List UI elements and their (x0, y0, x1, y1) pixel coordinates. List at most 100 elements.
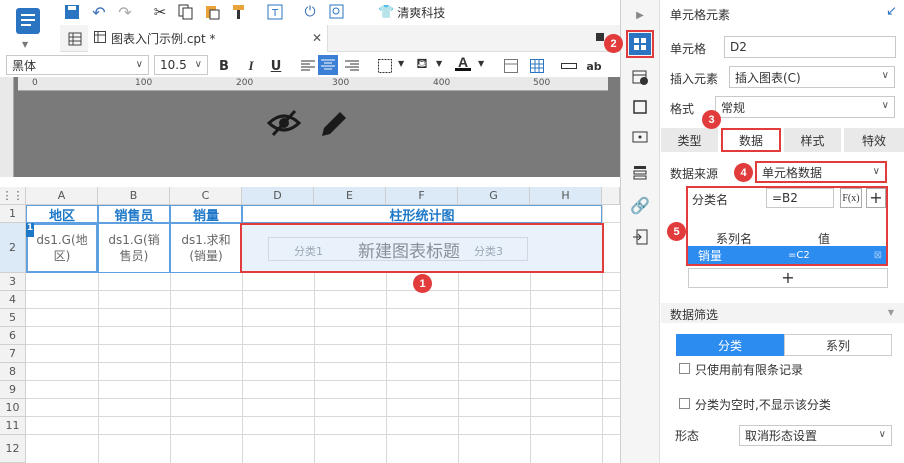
cell-b1[interactable]: 销售员 (98, 205, 170, 224)
cell-input[interactable]: D2 (724, 36, 896, 58)
cell-a1[interactable]: 地区 (26, 205, 98, 224)
redo-icon[interactable]: ↷ (116, 3, 134, 22)
app-logo-icon (16, 8, 40, 34)
step-badge-4: 4 (734, 163, 753, 182)
table-icon[interactable] (528, 57, 546, 75)
edit-pencil-icon[interactable] (318, 108, 350, 143)
data-source-select[interactable]: 单元格数据 ∨ (755, 161, 887, 183)
col-header-e[interactable]: E (314, 187, 386, 205)
condition-attribute-icon[interactable] (631, 163, 649, 181)
cell-a2[interactable]: ds1.G(地区) (26, 223, 98, 273)
row-header-11[interactable]: 11 (0, 417, 26, 435)
col-header-b[interactable]: B (98, 187, 170, 205)
data-source-value: 单元格数据 (762, 165, 823, 180)
shape-select[interactable]: 取消形态设置 ∨ (739, 425, 892, 446)
cell-element-highlight (626, 30, 654, 58)
font-name-value: 黑体 (12, 58, 37, 73)
row-header-12[interactable]: 12 (0, 435, 26, 463)
row-header-10[interactable]: 10 (0, 399, 26, 417)
save-icon[interactable] (63, 3, 81, 21)
insert-cell-icon[interactable]: T (266, 3, 284, 21)
format-brush-icon[interactable] (230, 3, 248, 21)
insert-element-select[interactable]: 插入图表(C) ∨ (729, 66, 895, 88)
category-input[interactable]: =B2 (766, 188, 834, 208)
tab-effect[interactable]: 特效 (844, 128, 904, 152)
row-header-4[interactable]: 4 (0, 291, 26, 309)
pin-icon[interactable]: ↙ (886, 4, 897, 19)
ruler-tick: 400 (433, 78, 451, 88)
tab-data[interactable]: 数据 (721, 128, 781, 152)
tab-style[interactable]: 样式 (784, 128, 841, 152)
align-left-icon[interactable] (299, 57, 317, 75)
filter-tab-series[interactable]: 系列 (784, 334, 892, 356)
tab-type[interactable]: 类型 (661, 128, 718, 152)
hide-eye-icon[interactable] (266, 108, 302, 141)
preview-search-icon[interactable] (328, 3, 346, 21)
cell-attribute-icon[interactable] (631, 68, 649, 86)
font-color-icon[interactable]: A (455, 54, 471, 74)
italic-button[interactable]: I (242, 57, 260, 75)
format-select[interactable]: 常规 ∨ (715, 96, 895, 118)
paste-icon[interactable] (203, 3, 221, 21)
row-header-2[interactable]: 2 (0, 223, 26, 273)
border-icon[interactable] (376, 57, 394, 75)
corner-cell[interactable]: ⋮⋮ (0, 187, 26, 205)
app-menu-button[interactable]: ▼ (12, 4, 44, 49)
close-icon[interactable]: ✕ (312, 31, 322, 45)
limit-records-checkbox[interactable] (679, 363, 690, 374)
font-name-select[interactable]: 黑体 ∨ (6, 55, 149, 75)
copy-icon[interactable] (177, 3, 195, 21)
col-header-g[interactable]: G (458, 187, 530, 205)
filter-tab-category[interactable]: 分类 (676, 334, 784, 356)
widget-icon[interactable] (560, 57, 578, 75)
cell-b2[interactable]: ds1.G(销售员) (98, 223, 170, 273)
series-row[interactable]: 销量 =C2 ⊠ (688, 246, 886, 264)
row-header-6[interactable]: 6 (0, 327, 26, 345)
cut-icon[interactable]: ✂ (151, 3, 169, 21)
cell-c2[interactable]: ds1.求和(销量) (170, 223, 242, 273)
filter-header-bar[interactable]: 数据筛选 ▼ (661, 303, 904, 323)
col-header-f[interactable]: F (386, 187, 458, 205)
merge-cells-icon[interactable] (502, 57, 520, 75)
col-header-h[interactable]: H (530, 187, 602, 205)
fill-color-icon[interactable]: ⛾ (413, 56, 431, 74)
step-badge-1: 1 (413, 274, 432, 293)
font-size-select[interactable]: 10.5 ∨ (154, 55, 208, 75)
row-header-7[interactable]: 7 (0, 345, 26, 363)
col-header-c[interactable]: C (170, 187, 242, 205)
align-center-icon[interactable] (318, 55, 338, 75)
add-series-button[interactable]: + (688, 268, 888, 288)
col-header-d[interactable]: D (242, 187, 314, 205)
bold-button[interactable]: B (215, 57, 233, 75)
cell-c1[interactable]: 销量 (170, 205, 242, 224)
hyperlink-icon[interactable]: 🔗 (630, 196, 650, 215)
row-header-3[interactable]: 3 (0, 273, 26, 291)
import-icon[interactable] (631, 228, 649, 246)
collapse-triangle-icon[interactable]: ▼ (888, 308, 894, 317)
border-square-icon[interactable] (631, 98, 649, 116)
undo-icon[interactable]: ↶ (90, 3, 108, 22)
text-abc-button[interactable]: ab (585, 57, 603, 75)
align-right-icon[interactable] (343, 57, 361, 75)
add-category-button[interactable]: + (866, 188, 886, 208)
chevron-down-icon: ∨ (881, 70, 889, 81)
row-header-1[interactable]: 1 (0, 205, 26, 223)
row-header-5[interactable]: 5 (0, 309, 26, 327)
brand-button[interactable]: 👕 清爽科技 (378, 3, 445, 21)
hide-empty-checkbox[interactable] (679, 398, 690, 409)
formula-button[interactable]: F(x) (840, 188, 862, 208)
widget-settings-icon[interactable] (631, 128, 649, 146)
col-header-a[interactable]: A (26, 187, 98, 205)
remove-series-icon[interactable]: ⊠ (874, 250, 882, 261)
grid-icon[interactable] (66, 30, 84, 48)
shirt-icon: 👕 (378, 4, 395, 20)
tab-report[interactable]: 图表入门示例.cpt * ✕ (88, 25, 328, 52)
maximize-icon[interactable] (596, 33, 604, 41)
underline-button[interactable]: U (267, 57, 285, 75)
cell-d1-merged[interactable]: 柱形统计图 (242, 205, 602, 224)
row-header-9[interactable]: 9 (0, 381, 26, 399)
row-header-8[interactable]: 8 (0, 363, 26, 381)
plugin-icon[interactable]: ⏻ (301, 3, 319, 21)
collapse-arrow-icon[interactable]: ▶ (631, 6, 649, 24)
series-header: 系列名 (716, 232, 753, 246)
